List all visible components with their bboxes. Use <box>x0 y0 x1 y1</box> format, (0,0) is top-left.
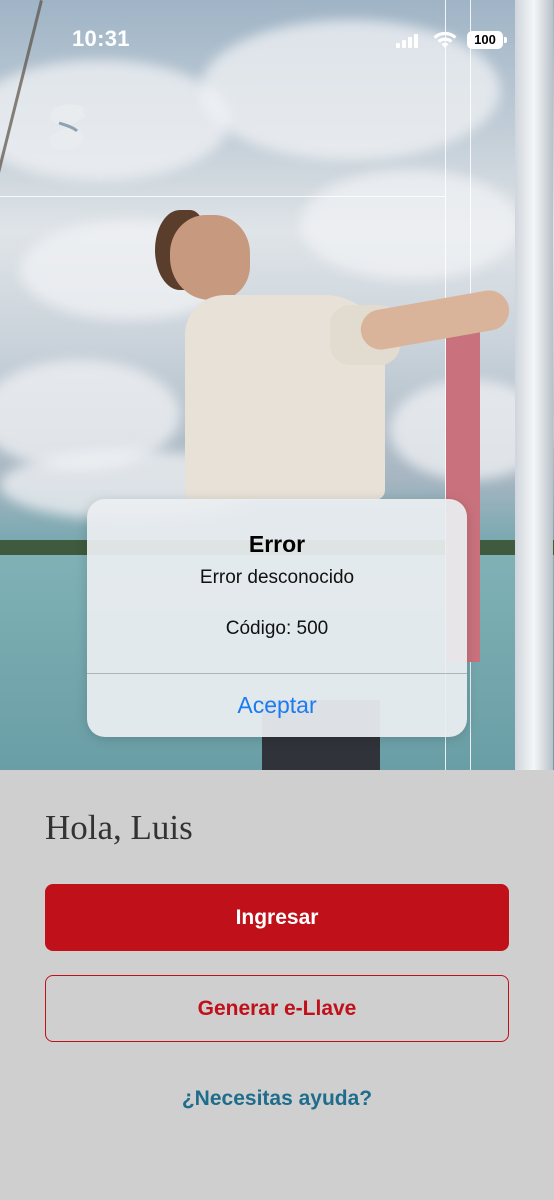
alert-message: Error desconocido <box>199 567 355 588</box>
generate-ekey-button[interactable]: Generar e-Llave <box>45 975 509 1042</box>
accept-button[interactable]: Aceptar <box>87 673 467 737</box>
wifi-icon <box>433 31 457 48</box>
bank-logo-icon <box>49 104 85 150</box>
status-time: 10:31 <box>72 26 130 51</box>
alert-error-code: Código: 500 <box>225 618 329 639</box>
error-alert-dialog: Error Error desconocido Código: 500 Acep… <box>87 499 467 737</box>
alert-title: Error <box>248 531 306 557</box>
status-bar: 10:31 100 <box>0 0 554 84</box>
greeting-title: Hola, Luis <box>45 808 193 847</box>
help-link[interactable]: ¿Necesitas ayuda? <box>0 1087 554 1111</box>
signal-icon <box>396 34 418 48</box>
battery-icon: 100 <box>467 31 507 49</box>
login-button[interactable]: Ingresar <box>45 884 509 951</box>
